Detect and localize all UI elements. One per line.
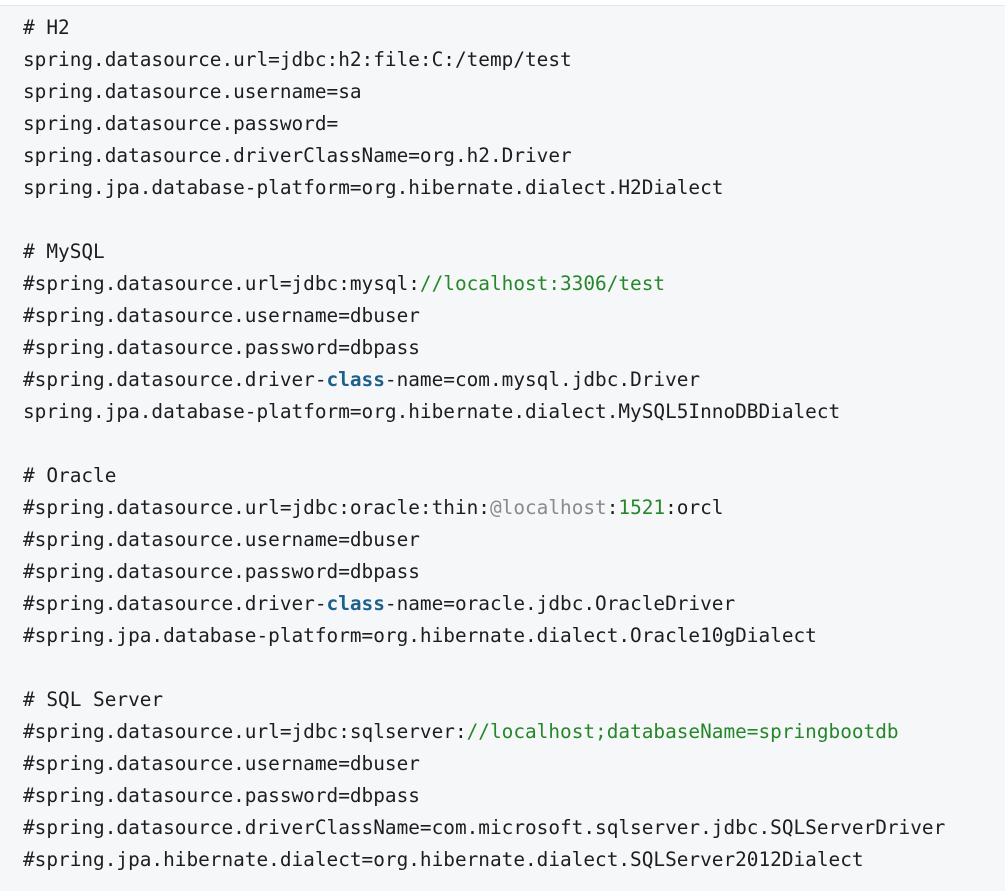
code-token: #spring.datasource.url=jdbc:sqlserver:: [23, 720, 467, 743]
string-token: 1521: [618, 496, 666, 519]
code-line: # SQL Server: [23, 684, 1005, 716]
code-token: #spring.datasource.username=dbuser: [23, 528, 420, 551]
code-line: #spring.datasource.password=dbpass: [23, 780, 1005, 812]
code-line: # Oracle: [23, 460, 1005, 492]
keyword-token: class: [326, 592, 385, 615]
string-token: //localhost:3306/test: [419, 272, 666, 295]
code-line: spring.datasource.url=jdbc:h2:file:C:/te…: [23, 44, 1005, 76]
code-line: #spring.datasource.password=dbpass: [23, 332, 1005, 364]
code-token: # Oracle: [23, 464, 117, 487]
annotation-token: @localhost: [489, 496, 607, 519]
code-token: -name=com.mysql.jdbc.Driver: [384, 368, 701, 391]
code-block[interactable]: # H2 spring.datasource.url=jdbc:h2:file:C…: [0, 5, 1005, 891]
code-token: # SQL Server: [23, 688, 164, 711]
code-line: # H2: [23, 12, 1005, 44]
code-line: spring.jpa.database-platform=org.hiberna…: [23, 396, 1005, 428]
code-line: #spring.datasource.driverClassName=com.m…: [23, 812, 1005, 844]
code-line: spring.jpa.database-platform=org.hiberna…: [23, 172, 1005, 204]
code-token: spring.datasource.password=: [23, 112, 339, 135]
code-line: #spring.jpa.database-platform=org.hibern…: [23, 620, 1005, 652]
code-token: :orcl: [665, 496, 724, 519]
code-token: #spring.datasource.username=dbuser: [23, 304, 420, 327]
code-token: #spring.datasource.password=dbpass: [23, 784, 420, 807]
keyword-token: class: [326, 368, 385, 391]
code-line: spring.datasource.driverClassName=org.h2…: [23, 140, 1005, 172]
code-token: #spring.datasource.url=jdbc:oracle:thin:: [23, 496, 490, 519]
code-line: #spring.datasource.username=dbuser: [23, 524, 1005, 556]
code-token: spring.datasource.driverClassName=org.h2…: [23, 144, 572, 167]
code-token: spring.jpa.database-platform=org.hiberna…: [23, 176, 724, 199]
code-token: #spring.datasource.url=jdbc:mysql:: [23, 272, 420, 295]
code-line: #spring.datasource.username=dbuser: [23, 300, 1005, 332]
code-lines: # H2 spring.datasource.url=jdbc:h2:file:C…: [23, 12, 1005, 876]
code-token: #spring.datasource.driverClassName=com.m…: [23, 816, 946, 839]
code-token: spring.jpa.database-platform=org.hiberna…: [23, 400, 841, 423]
code-line: #spring.datasource.url=jdbc:oracle:thin:…: [23, 492, 1005, 524]
code-token: #spring.datasource.driver-: [23, 368, 327, 391]
code-line: #spring.jpa.hibernate.dialect=org.hibern…: [23, 844, 1005, 876]
code-token: #spring.datasource.password=dbpass: [23, 560, 420, 583]
code-token: spring.datasource.username=sa: [23, 80, 362, 103]
code-token: #spring.jpa.hibernate.dialect=org.hibern…: [23, 848, 864, 871]
code-line: #spring.datasource.driver-class-name=ora…: [23, 588, 1005, 620]
code-line: #spring.datasource.username=dbuser: [23, 748, 1005, 780]
code-line: #spring.datasource.driver-class-name=com…: [23, 364, 1005, 396]
code-line: #spring.datasource.password=dbpass: [23, 556, 1005, 588]
code-token: # H2: [23, 16, 70, 39]
code-token: # MySQL: [23, 240, 105, 263]
string-token: //localhost;databaseName=springbootdb: [466, 720, 899, 743]
code-line: # MySQL: [23, 236, 1005, 268]
code-line: #spring.datasource.url=jdbc:sqlserver://…: [23, 716, 1005, 748]
code-token: #spring.datasource.driver-: [23, 592, 327, 615]
code-token: -name=oracle.jdbc.OracleDriver: [384, 592, 736, 615]
code-line: spring.datasource.password=: [23, 108, 1005, 140]
code-token: #spring.jpa.database-platform=org.hibern…: [23, 624, 817, 647]
code-line: spring.datasource.username=sa: [23, 76, 1005, 108]
code-token: spring.datasource.url=jdbc:h2:file:C:/te…: [23, 48, 572, 71]
code-token: #spring.datasource.username=dbuser: [23, 752, 420, 775]
code-line: #spring.datasource.url=jdbc:mysql://loca…: [23, 268, 1005, 300]
code-token: :: [606, 496, 619, 519]
code-token: #spring.datasource.password=dbpass: [23, 336, 420, 359]
